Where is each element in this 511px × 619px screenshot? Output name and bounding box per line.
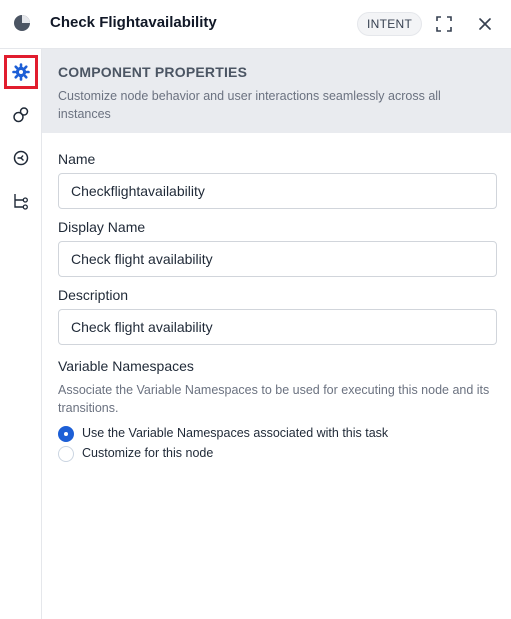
- radio-button-unselected[interactable]: [58, 446, 74, 462]
- close-icon: [479, 18, 491, 30]
- section-title: COMPONENT PROPERTIES: [58, 64, 248, 80]
- radio-button-selected[interactable]: [58, 426, 74, 442]
- radio-label: Use the Variable Namespaces associated w…: [82, 426, 389, 440]
- panel-title: Check Flightavailability: [50, 14, 217, 31]
- gear-icon: [12, 63, 30, 81]
- node-type-badge: INTENT: [357, 12, 423, 36]
- description-label: Description: [58, 287, 129, 303]
- expand-button[interactable]: [434, 14, 454, 34]
- variable-namespaces-title: Variable Namespaces: [58, 358, 194, 374]
- expand-icon: [436, 16, 452, 32]
- close-button[interactable]: [475, 14, 495, 34]
- rail-item-connections[interactable]: [4, 98, 38, 132]
- history-icon: [13, 150, 29, 166]
- rail-item-history[interactable]: [4, 141, 38, 175]
- connections-icon: [13, 107, 29, 123]
- panel-header: Check Flightavailability INTENT: [0, 0, 511, 49]
- section-description: Customize node behavior and user interac…: [58, 89, 441, 121]
- rail-item-branch[interactable]: [4, 184, 38, 218]
- display-name-label: Display Name: [58, 219, 146, 235]
- branch-icon: [14, 194, 28, 210]
- display-name-input[interactable]: [58, 241, 497, 277]
- name-label: Name: [58, 151, 96, 167]
- rail-item-settings[interactable]: [4, 55, 38, 89]
- name-input[interactable]: [58, 173, 497, 209]
- variable-namespaces-description: Associate the Variable Namespaces to be …: [58, 383, 490, 415]
- component-properties-header: COMPONENT PROPERTIES Customize node beha…: [42, 49, 511, 133]
- pie-chart-icon: [12, 13, 32, 33]
- radio-label: Customize for this node: [82, 446, 214, 460]
- description-input[interactable]: [58, 309, 497, 345]
- side-rail: [0, 49, 42, 619]
